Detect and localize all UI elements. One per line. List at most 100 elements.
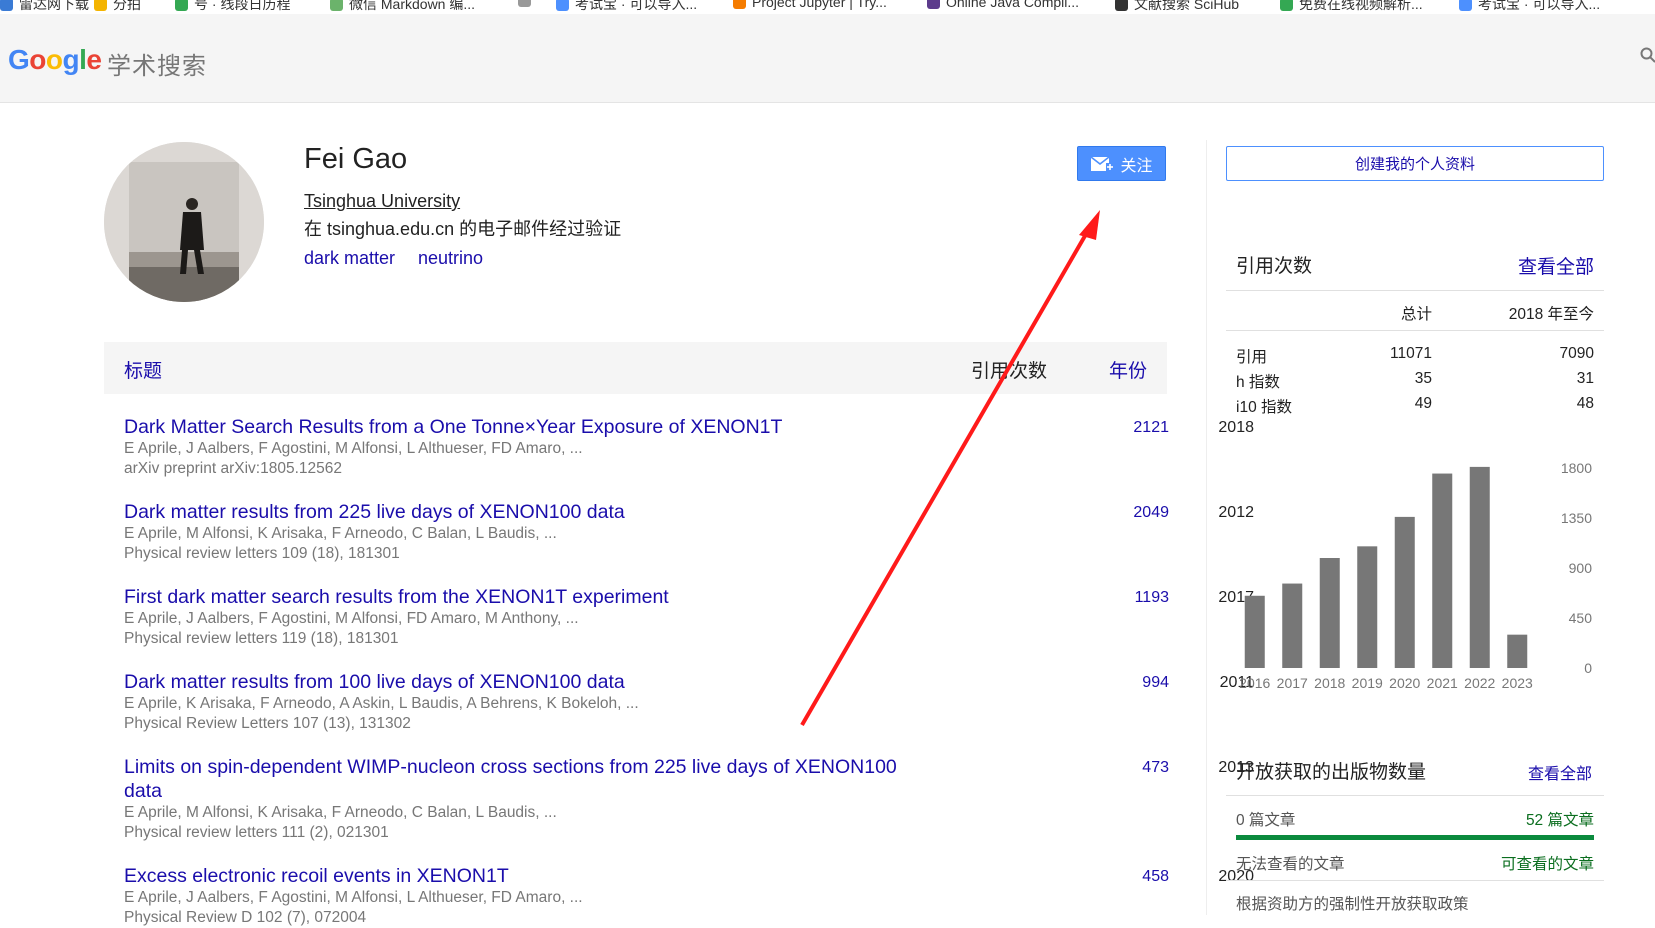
annotation-arrow: [800, 210, 1100, 727]
bookmark-label: 分拍: [113, 0, 141, 12]
keyword-neutrino[interactable]: neutrino: [418, 248, 483, 269]
chart-bar[interactable]: [1394, 516, 1415, 668]
logo-letter: G: [8, 44, 30, 75]
cited-by-title: 引用次数: [1236, 256, 1313, 277]
scholar-header: [0, 14, 1655, 103]
search-icon[interactable]: [1640, 46, 1655, 69]
bookmark-item[interactable]: 号 · 线段日历程: [175, 0, 290, 14]
chart-x-tick-label: 2016: [1239, 675, 1270, 690]
bookmark-item[interactable]: [518, 0, 537, 7]
citations-per-year-chart: 2016 2017 2018 2019 2020 2021 2022 2023 1800 1350…: [1239, 460, 1593, 690]
stat-since: 48: [1576, 395, 1594, 412]
chart-bar[interactable]: [1432, 473, 1453, 668]
chart-x-tick-label: 2019: [1352, 675, 1383, 690]
google-logo[interactable]: Google: [8, 44, 102, 76]
article-venue: Physical review letters 111 (2), 021301: [124, 824, 389, 841]
create-profile-button[interactable]: 创建我的个人资料: [1226, 146, 1604, 181]
bookmarks-bar: 雷达网下载 分拍 号 · 线段日历程 微信 Markdown 编... 考试宝 · 可以…: [0, 0, 1655, 14]
chart-y-tick-label: 1800: [1561, 460, 1592, 476]
bookmark-item[interactable]: 免费在线视频解析...: [1280, 0, 1423, 14]
chart-bar[interactable]: [1244, 595, 1265, 668]
divider: [1226, 880, 1604, 881]
logo-letter: e: [86, 44, 102, 75]
bookmark-item[interactable]: 分拍: [94, 0, 141, 14]
bookmark-favicon-icon: [733, 0, 746, 9]
chart-y-tick-label: 0: [1584, 660, 1592, 676]
col-all-header: 总计: [1400, 306, 1432, 323]
available-count: 52 篇文章: [1525, 812, 1594, 829]
bookmark-favicon-icon: [175, 0, 188, 11]
bookmark-favicon-icon: [1459, 0, 1472, 11]
chart-bar[interactable]: [1507, 634, 1528, 668]
chart-y-tick-label: 450: [1569, 610, 1593, 626]
article-authors: E Aprile, J Aalbers, F Agostini, M Alfon…: [124, 889, 583, 906]
article-year: 2020: [1218, 868, 1254, 885]
bookmark-favicon-icon: [518, 0, 531, 7]
keyword-dark-matter[interactable]: dark matter: [304, 248, 395, 269]
bookmark-favicon-icon: [0, 0, 13, 11]
bookmark-label: 考试宝 · 可以导入...: [575, 0, 698, 12]
bookmark-favicon-icon: [1280, 0, 1293, 11]
not-available-label: 无法查看的文章: [1236, 856, 1345, 873]
article-title-link[interactable]: Limits on spin-dependent WIMP-nucleon cr…: [124, 755, 924, 803]
bookmark-label: 免费在线视频解析...: [1299, 0, 1423, 12]
logo-letter: l: [79, 44, 87, 75]
bookmark-item[interactable]: 微信 Markdown 编...: [330, 0, 475, 14]
bookmark-label: 文献搜索 SciHub: [1134, 0, 1240, 12]
bookmark-label: 考试宝 · 可以导入...: [1478, 0, 1601, 12]
profile-affiliation[interactable]: Tsinghua University: [304, 191, 460, 212]
bookmark-favicon-icon: [330, 0, 343, 11]
stat-all: 11071: [1390, 345, 1432, 362]
scholar-logo-subtitle[interactable]: 学术搜索: [107, 46, 207, 81]
chart-bar[interactable]: [1469, 466, 1490, 668]
chart-bar[interactable]: [1282, 583, 1303, 668]
article-title-link[interactable]: Excess electronic recoil events in XENON…: [124, 864, 924, 888]
stat-all: 35: [1414, 370, 1432, 387]
col-since-header: 2018 年至今: [1508, 306, 1594, 323]
stat-since: 31: [1576, 370, 1594, 387]
stat-label: h 指数: [1236, 374, 1280, 391]
table-row: Excess electronic recoil events in XENON…: [124, 864, 1254, 928]
chart-x-tick-label: 2020: [1389, 675, 1420, 690]
bookmark-item[interactable]: 雷达网下载: [0, 0, 89, 14]
stat-label: 引用: [1236, 349, 1268, 366]
logo-letter: g: [62, 44, 80, 75]
stat-all: 49: [1414, 395, 1432, 412]
open-access-view-all[interactable]: 查看全部: [1528, 760, 1592, 784]
bookmark-label: 号 · 线段日历程: [194, 0, 291, 12]
table-row: Limits on spin-dependent WIMP-nucleon cr…: [124, 755, 1254, 843]
divider: [1226, 290, 1604, 291]
available-label: 可查看的文章: [1500, 856, 1594, 873]
bookmark-item[interactable]: 文献搜索 SciHub: [1115, 0, 1239, 14]
bookmark-label: 微信 Markdown 编...: [349, 0, 476, 12]
stat-since: 7090: [1559, 345, 1594, 362]
chart-x-tick-label: 2023: [1502, 675, 1533, 690]
chart-bar[interactable]: [1357, 546, 1378, 668]
profile-name: Fei Gao: [304, 143, 408, 175]
divider: [1226, 795, 1604, 796]
bookmark-label: Project Jupyter | Try...: [752, 0, 887, 10]
column-divider: [1206, 140, 1207, 915]
column-title-sort[interactable]: 标题: [124, 356, 162, 383]
bookmark-label: 雷达网下载: [19, 0, 89, 12]
bookmark-item[interactable]: 考试宝 · 可以导入...: [1459, 0, 1600, 14]
column-year-sort[interactable]: 年份: [1109, 356, 1147, 383]
article-authors: E Aprile, M Alfonsi, K Arisaka, F Arneod…: [124, 804, 557, 821]
article-venue: Physical Review D 102 (7), 072004: [124, 909, 367, 926]
chart-y-tick-label: 900: [1569, 560, 1593, 576]
cited-by-view-all[interactable]: 查看全部: [1518, 252, 1594, 279]
follow-button[interactable]: 关注: [1077, 146, 1166, 181]
bookmark-favicon-icon: [927, 0, 940, 9]
follow-label: 关注: [1120, 157, 1153, 175]
bookmark-item[interactable]: Project Jupyter | Try...: [733, 0, 887, 10]
open-access-bar: [1236, 835, 1594, 840]
logo-letter: o: [29, 44, 46, 75]
bookmark-item[interactable]: 考试宝 · 可以导入...: [556, 0, 697, 14]
chart-y-tick-label: 1350: [1561, 510, 1592, 526]
bookmark-item[interactable]: Online Java Compil...: [927, 0, 1079, 10]
chart-x-tick-label: 2021: [1427, 675, 1458, 690]
chart-bar[interactable]: [1319, 558, 1340, 668]
open-access-title: 开放获取的出版物数量: [1236, 762, 1427, 783]
chart-x-tick-label: 2018: [1314, 675, 1345, 690]
bookmark-favicon-icon: [556, 0, 569, 11]
